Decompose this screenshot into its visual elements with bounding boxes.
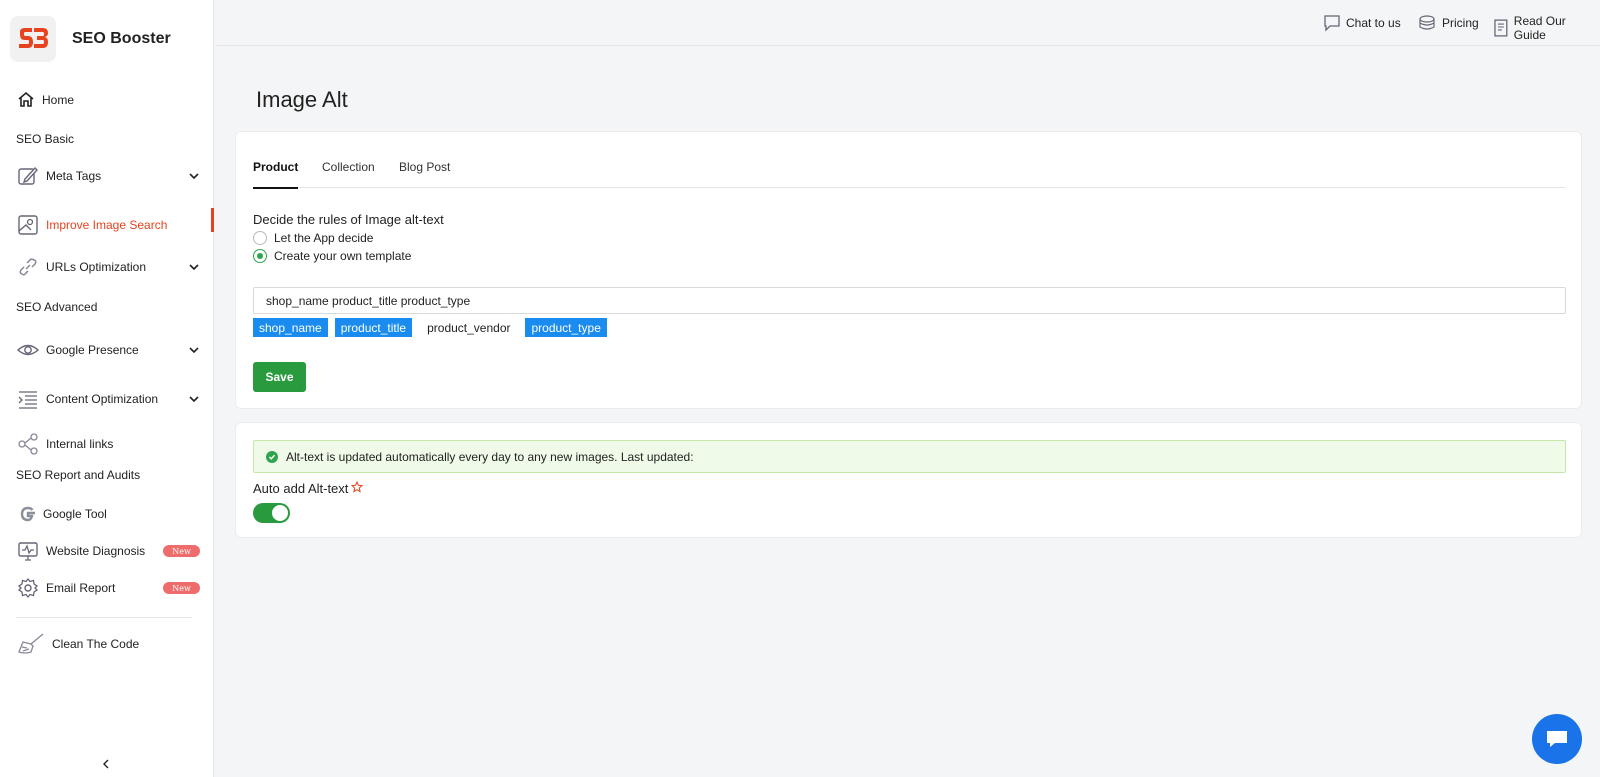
page-title: Image Alt (256, 87, 348, 112)
read-our-guide-link[interactable]: Read Our Guide (1493, 14, 1600, 42)
sidebar-item-home[interactable]: Home (0, 86, 214, 114)
sidebar-item-label: Meta Tags (46, 169, 102, 183)
sidebar-item-website-diagnosis[interactable]: Website Diagnosis New (0, 537, 214, 565)
auto-add-toggle[interactable] (253, 503, 290, 523)
link-icon (16, 255, 40, 279)
auto-alt-text-card: Alt-text is updated automatically every … (235, 422, 1582, 538)
sidebar-item-label: Google Tool (43, 507, 107, 521)
sidebar-item-label: Google Presence (46, 343, 139, 357)
sidebar-item-label: Content Optimization (46, 392, 159, 406)
tab-bar: Product Collection Blog Post (253, 150, 1566, 189)
monitor-pulse-icon (16, 539, 40, 563)
sidebar-item-meta-tags[interactable]: Meta Tags (0, 162, 214, 190)
chevron-down-icon (189, 396, 199, 403)
chevron-down-icon (189, 347, 199, 354)
check-circle-icon (266, 450, 278, 463)
alt-text-rules-card: Product Collection Blog Post Decide the … (235, 131, 1582, 409)
pricing-label: Pricing (1442, 16, 1479, 30)
sidebar-item-urls-optimization[interactable]: URLs Optimization (0, 253, 214, 281)
chevron-down-icon (189, 173, 199, 180)
broom-icon (16, 632, 46, 656)
chat-icon (1547, 731, 1567, 747)
section-seo-report: SEO Report and Audits (16, 468, 141, 482)
sidebar-item-label: Home (42, 93, 75, 107)
sidebar-item-email-report[interactable]: Email Report New (0, 574, 214, 602)
brand[interactable]: SEO Booster (10, 16, 171, 62)
new-badge: New (163, 582, 200, 594)
template-input[interactable] (253, 287, 1566, 314)
image-icon (16, 213, 40, 237)
pricing-link[interactable]: Pricing (1417, 14, 1479, 32)
section-seo-basic: SEO Basic (16, 132, 75, 146)
collapse-chevron-left-icon[interactable] (100, 758, 112, 770)
rules-title: Decide the rules of Image alt-text (253, 212, 444, 227)
star-icon (351, 480, 364, 493)
chat-to-us-label: Chat to us (1346, 16, 1401, 30)
chip-product-type[interactable]: product_type (525, 318, 607, 337)
sidebar-item-label: Internal links (46, 437, 114, 451)
topbar: Chat to us Pricing Read Our Guide (215, 0, 1600, 46)
chat-to-us-link[interactable]: Chat to us (1323, 14, 1401, 32)
section-seo-advanced: SEO Advanced (16, 300, 98, 314)
coins-icon (1419, 15, 1435, 30)
chat-widget-button[interactable] (1532, 714, 1582, 764)
eye-icon (16, 338, 40, 362)
sidebar-item-label: Website Diagnosis (46, 544, 146, 558)
chip-shop-name[interactable]: shop_name (253, 318, 328, 337)
sidebar-item-label: URLs Optimization (46, 260, 147, 274)
chip-product-title[interactable]: product_title (334, 318, 413, 337)
sidebar-item-clean-the-code[interactable]: Clean The Code (0, 630, 214, 658)
sidebar-item-label: Clean The Code (52, 637, 140, 651)
radio-label: Let the App decide (274, 231, 374, 245)
sidebar-item-content-optimization[interactable]: Content Optimization (0, 385, 214, 413)
chip-product-vendor[interactable]: product_vendor (419, 318, 519, 337)
indent-list-icon (16, 387, 40, 411)
auto-add-label: Auto add Alt-text (253, 481, 349, 496)
radio-let-app-decide[interactable]: Let the App decide (253, 231, 373, 245)
tab-collection[interactable]: Collection (322, 160, 375, 187)
brand-logo-icon (10, 16, 56, 62)
new-badge: New (163, 545, 200, 557)
sidebar: SEO Booster Home SEO Basic Meta Tags Imp… (0, 0, 214, 777)
share-nodes-icon (16, 432, 40, 456)
success-alert: Alt-text is updated automatically every … (253, 440, 1566, 473)
gear-icon (16, 576, 40, 600)
variable-chips: shop_name product_title product_vendor p… (253, 318, 614, 337)
sidebar-item-internal-links[interactable]: Internal links (0, 430, 214, 458)
radio-button[interactable] (253, 249, 267, 263)
radio-label: Create your own template (274, 249, 412, 263)
sidebar-item-google-presence[interactable]: Google Presence (0, 336, 214, 364)
alert-text: Alt-text is updated automatically every … (286, 449, 694, 464)
chat-bubble-icon (1324, 15, 1340, 32)
sidebar-item-improve-image-search[interactable]: Improve Image Search (0, 208, 214, 239)
brand-name: SEO Booster (72, 30, 171, 47)
tab-product[interactable]: Product (253, 160, 299, 189)
auto-add-label-row: Auto add Alt-text (253, 480, 364, 496)
save-button[interactable]: Save (253, 362, 306, 392)
sidebar-item-label: Improve Image Search (46, 218, 168, 232)
read-our-guide-label: Read Our Guide (1513, 14, 1566, 42)
chevron-down-icon (189, 264, 199, 271)
sidebar-item-google-tool[interactable]: Google Tool (0, 500, 214, 528)
sidebar-item-label: Email Report (46, 581, 116, 595)
sidebar-divider (16, 617, 192, 618)
radio-button[interactable] (253, 231, 267, 245)
book-icon (1494, 19, 1508, 37)
home-icon (14, 88, 38, 112)
tab-blog-post[interactable]: Blog Post (399, 160, 450, 187)
google-icon (16, 502, 40, 526)
edit-icon (16, 164, 40, 188)
radio-create-template[interactable]: Create your own template (253, 249, 411, 263)
